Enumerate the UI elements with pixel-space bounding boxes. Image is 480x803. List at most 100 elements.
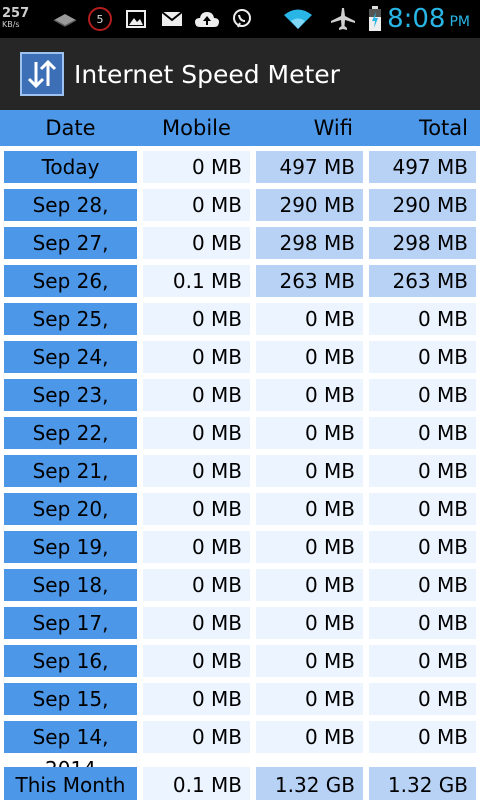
table-row[interactable]: Sep 23, 2014 0 MB 0 MB 0 MB bbox=[0, 376, 480, 439]
summary-wifi: 1.32 GB bbox=[256, 767, 363, 800]
notification-count: 5 bbox=[88, 7, 112, 31]
row-mobile: 0 MB bbox=[143, 303, 250, 335]
row-wifi: 298 MB bbox=[256, 227, 363, 259]
table-row[interactable]: Sep 15, 2014 0 MB 0 MB 0 MB bbox=[0, 680, 480, 743]
row-mobile: 0 MB bbox=[143, 607, 250, 639]
row-total: 0 MB bbox=[369, 607, 476, 639]
speed-value: 257 bbox=[2, 6, 30, 21]
clock: 8:08 PM bbox=[387, 0, 470, 38]
row-wifi: 0 MB bbox=[256, 303, 363, 335]
summary-total: 1.32 GB bbox=[369, 767, 476, 800]
row-wifi: 290 MB bbox=[256, 189, 363, 221]
row-mobile: 0 MB bbox=[143, 151, 250, 183]
row-date: Sep 28, 2014 bbox=[4, 189, 137, 249]
row-wifi: 0 MB bbox=[256, 379, 363, 411]
table-row[interactable]: Sep 20, 2014 0 MB 0 MB 0 MB bbox=[0, 490, 480, 553]
this-month-summary-row[interactable]: This Month 0.1 MB 1.32 GB 1.32 GB bbox=[0, 761, 480, 800]
row-date: Sep 27, 2014 bbox=[4, 227, 137, 287]
row-date: Sep 21, 2014 bbox=[4, 455, 137, 515]
row-mobile: 0 MB bbox=[143, 417, 250, 449]
row-wifi: 497 MB bbox=[256, 151, 363, 183]
wifi-icon bbox=[280, 0, 316, 38]
row-total: 0 MB bbox=[369, 493, 476, 525]
row-total: 0 MB bbox=[369, 531, 476, 563]
row-total: 497 MB bbox=[369, 151, 476, 183]
cloud-upload-icon bbox=[192, 0, 222, 38]
table-row[interactable]: Sep 21, 2014 0 MB 0 MB 0 MB bbox=[0, 452, 480, 515]
row-date: Today bbox=[4, 151, 137, 183]
summary-label: This Month bbox=[4, 767, 137, 800]
up-down-arrows-icon[interactable] bbox=[20, 52, 64, 96]
app-bar: Internet Speed Meter bbox=[0, 38, 480, 110]
row-date: Sep 24, 2014 bbox=[4, 341, 137, 401]
row-total: 290 MB bbox=[369, 189, 476, 221]
table-row[interactable]: Sep 24, 2014 0 MB 0 MB 0 MB bbox=[0, 338, 480, 401]
row-date: Sep 14, 2014 bbox=[4, 721, 137, 781]
network-speed-indicator: 257 KB/s bbox=[2, 0, 46, 38]
summary-mobile: 0.1 MB bbox=[143, 767, 250, 800]
header-date: Date bbox=[45, 116, 96, 140]
status-bar: 257 KB/s 5 8:08 PM bbox=[0, 0, 480, 38]
row-mobile: 0 MB bbox=[143, 227, 250, 259]
row-total: 0 MB bbox=[369, 569, 476, 601]
row-mobile: 0 MB bbox=[143, 379, 250, 411]
row-wifi: 0 MB bbox=[256, 341, 363, 373]
row-mobile: 0 MB bbox=[143, 493, 250, 525]
table-row[interactable]: Today 0 MB 497 MB 497 MB bbox=[0, 148, 480, 186]
table-row[interactable]: Sep 14, 2014 0 MB 0 MB 0 MB bbox=[0, 718, 480, 781]
row-mobile: 0 MB bbox=[143, 455, 250, 487]
row-date: Sep 15, 2014 bbox=[4, 683, 137, 743]
header-total: Total bbox=[418, 116, 468, 140]
row-wifi: 0 MB bbox=[256, 645, 363, 677]
row-total: 0 MB bbox=[369, 379, 476, 411]
clock-ampm: PM bbox=[449, 14, 470, 30]
airplane-icon bbox=[328, 0, 358, 38]
row-mobile: 0 MB bbox=[143, 189, 250, 221]
row-total: 263 MB bbox=[369, 265, 476, 297]
row-mobile: 0 MB bbox=[143, 341, 250, 373]
row-date: Sep 19, 2014 bbox=[4, 531, 137, 591]
row-wifi: 0 MB bbox=[256, 569, 363, 601]
table-row[interactable]: Sep 19, 2014 0 MB 0 MB 0 MB bbox=[0, 528, 480, 591]
table-row[interactable]: Sep 25, 2014 0 MB 0 MB 0 MB bbox=[0, 300, 480, 363]
row-total: 0 MB bbox=[369, 341, 476, 373]
speed-unit: KB/s bbox=[2, 20, 20, 29]
row-total: 0 MB bbox=[369, 417, 476, 449]
row-wifi: 0 MB bbox=[256, 417, 363, 449]
row-wifi: 0 MB bbox=[256, 455, 363, 487]
battery-charging-icon bbox=[364, 0, 386, 38]
table-row[interactable]: Sep 17, 2014 0 MB 0 MB 0 MB bbox=[0, 604, 480, 667]
table-row[interactable]: Sep 22, 2014 0 MB 0 MB 0 MB bbox=[0, 414, 480, 477]
row-date: Sep 18, 2014 bbox=[4, 569, 137, 629]
table-header: Date Mobile Wifi Total bbox=[0, 110, 480, 146]
row-mobile: 0 MB bbox=[143, 683, 250, 715]
row-date: Sep 23, 2014 bbox=[4, 379, 137, 439]
row-wifi: 263 MB bbox=[256, 265, 363, 297]
row-wifi: 0 MB bbox=[256, 683, 363, 715]
image-icon bbox=[122, 0, 150, 38]
row-wifi: 0 MB bbox=[256, 721, 363, 753]
row-wifi: 0 MB bbox=[256, 531, 363, 563]
row-total: 0 MB bbox=[369, 645, 476, 677]
header-wifi: Wifi bbox=[313, 116, 353, 140]
table-row[interactable]: Sep 16, 2014 0 MB 0 MB 0 MB bbox=[0, 642, 480, 705]
table-row[interactable]: Sep 27, 2014 0 MB 298 MB 298 MB bbox=[0, 224, 480, 287]
table-row[interactable]: Sep 18, 2014 0 MB 0 MB 0 MB bbox=[0, 566, 480, 629]
table-row[interactable]: Sep 28, 2014 0 MB 290 MB 290 MB bbox=[0, 186, 480, 249]
row-date: Sep 25, 2014 bbox=[4, 303, 137, 363]
row-mobile: 0 MB bbox=[143, 721, 250, 753]
row-mobile: 0 MB bbox=[143, 645, 250, 677]
row-mobile: 0.1 MB bbox=[143, 265, 250, 297]
row-mobile: 0 MB bbox=[143, 531, 250, 563]
header-mobile: Mobile bbox=[162, 116, 231, 140]
count-icon: 5 bbox=[86, 0, 114, 38]
row-total: 0 MB bbox=[369, 303, 476, 335]
row-total: 0 MB bbox=[369, 455, 476, 487]
table-row[interactable]: Sep 26, 2014 0.1 MB 263 MB 263 MB bbox=[0, 262, 480, 325]
row-date: Sep 20, 2014 bbox=[4, 493, 137, 553]
row-date: Sep 22, 2014 bbox=[4, 417, 137, 477]
storage-icon bbox=[50, 0, 80, 38]
viber-icon bbox=[228, 0, 256, 38]
row-date: Sep 26, 2014 bbox=[4, 265, 137, 325]
row-date: Sep 16, 2014 bbox=[4, 645, 137, 705]
